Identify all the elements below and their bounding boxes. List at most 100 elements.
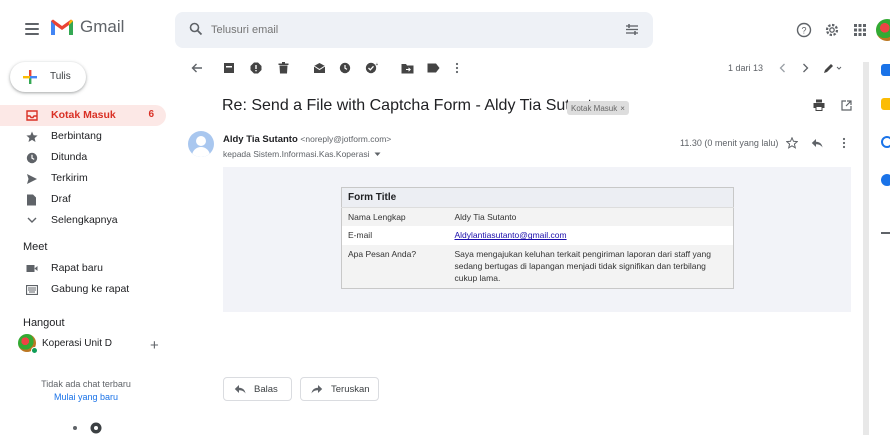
gmail-logo[interactable]: Gmail <box>50 17 124 37</box>
archive-icon[interactable] <box>220 59 238 77</box>
meet-section-title: Meet <box>23 241 48 253</box>
report-spam-icon[interactable] <box>247 59 265 77</box>
field-value: Aldylantiasutanto@gmail.com <box>449 226 734 244</box>
sidebar-item-snoozed[interactable]: Ditunda <box>0 147 172 168</box>
chat-bubble-icon[interactable] <box>90 422 102 434</box>
star-message-icon[interactable] <box>784 135 800 151</box>
video-icon <box>25 262 38 275</box>
top-right-actions: ? <box>790 16 890 44</box>
sender-avatar[interactable] <box>188 131 214 157</box>
keyboard-icon <box>25 283 38 296</box>
sidebar-item-label: Kotak Masuk <box>51 109 116 121</box>
field-label: E-mail <box>348 230 373 241</box>
message-more-icon[interactable] <box>836 135 852 151</box>
search-bar[interactable] <box>175 12 653 48</box>
reply-arrow-icon <box>234 384 246 394</box>
compose-label: Tulis <box>50 71 71 82</box>
search-icon[interactable] <box>189 22 203 36</box>
inbox-label-chip[interactable]: Kotak Masuk × <box>567 101 629 115</box>
person-icon[interactable] <box>70 423 80 433</box>
sender-email: <noreply@jotform.com> <box>300 134 392 144</box>
newer-chevron-icon[interactable] <box>773 59 791 77</box>
pagination-text: 1 dari 13 <box>728 63 764 73</box>
app-name: Gmail <box>80 17 125 36</box>
label-tag-icon[interactable] <box>424 59 442 77</box>
more-vertical-icon[interactable] <box>448 59 466 77</box>
delete-trash-icon[interactable] <box>274 59 292 77</box>
clock-icon <box>25 151 38 164</box>
reply-button[interactable]: Balas <box>223 377 292 401</box>
sidebar-item-new-meeting[interactable]: Rapat baru <box>0 258 172 279</box>
hangout-contact[interactable]: Koperasi Unit D <box>18 334 168 354</box>
recipient-line[interactable]: kepada Sistem.Informasi.Kas.Koperasi <box>223 149 381 159</box>
apps-grid-icon[interactable] <box>846 16 874 44</box>
start-new-chat-link[interactable]: Mulai yang baru <box>0 392 172 402</box>
settings-gear-icon[interactable] <box>818 16 846 44</box>
table-row: Apa Pesan Anda? Saya mengajukan keluhan … <box>341 244 734 289</box>
hangout-bottom-icons <box>70 422 102 434</box>
svg-text:+: + <box>375 62 378 68</box>
table-row: E-mail Aldylantiasutanto@gmail.com <box>342 226 734 244</box>
form-title: Form Title <box>341 187 734 208</box>
gmail-m-icon <box>51 19 73 35</box>
sidebar-item-join-meeting[interactable]: Gabung ke rapat <box>0 279 172 300</box>
tasks-icon[interactable] <box>881 136 890 148</box>
label-chip-text: Kotak Masuk <box>571 103 618 113</box>
contact-name: Koperasi Unit D <box>42 338 113 349</box>
search-input[interactable] <box>211 21 591 39</box>
move-to-folder-icon[interactable] <box>398 59 416 77</box>
online-status-dot <box>31 347 38 354</box>
back-arrow-icon[interactable] <box>188 59 206 77</box>
inbox-icon <box>25 109 38 122</box>
contacts-icon[interactable] <box>881 174 890 186</box>
forward-button[interactable]: Teruskan <box>300 377 379 401</box>
open-new-window-icon[interactable] <box>838 97 854 113</box>
field-value: Aldy Tia Sutanto <box>448 207 734 227</box>
sidebar-item-starred[interactable]: Berbintang <box>0 126 172 147</box>
help-icon[interactable]: ? <box>790 16 818 44</box>
add-addon-icon[interactable] <box>881 232 890 234</box>
meet-nav: Rapat baru Gabung ke rapat <box>0 258 172 300</box>
recipient-text: kepada Sistem.Informasi.Kas.Koperasi <box>223 149 370 159</box>
forward-arrow-icon <box>311 384 323 394</box>
mark-unread-icon[interactable] <box>310 59 328 77</box>
sidebar-item-label: Gabung ke rapat <box>51 283 130 295</box>
send-icon <box>25 172 38 185</box>
snooze-clock-icon[interactable] <box>336 59 354 77</box>
search-options-icon[interactable] <box>625 23 639 36</box>
sender-name[interactable]: Aldy Tia Sutanto <box>223 134 298 145</box>
main-menu-icon[interactable] <box>25 23 39 35</box>
compose-plus-icon <box>23 70 37 84</box>
compose-button[interactable]: Tulis <box>10 62 86 92</box>
sidebar-nav: Kotak Masuk 6 Berbintang Ditunda Terkiri… <box>0 105 172 231</box>
calendar-icon[interactable] <box>881 64 890 76</box>
account-avatar[interactable] <box>876 19 890 41</box>
scrollbar[interactable] <box>863 62 869 435</box>
remove-label-close-icon[interactable]: × <box>620 104 625 113</box>
email-link[interactable]: Aldylantiasutanto@gmail.com <box>455 230 567 240</box>
forward-label: Teruskan <box>331 383 370 395</box>
sidebar-item-label: Berbintang <box>51 130 102 142</box>
older-chevron-icon[interactable] <box>796 59 814 77</box>
keep-icon[interactable] <box>881 98 890 110</box>
add-chat-plus-icon[interactable]: + <box>150 337 159 354</box>
add-task-icon[interactable]: + <box>362 59 380 77</box>
recipient-dropdown-icon[interactable] <box>374 152 381 157</box>
field-value: Saya mengajukan keluhan terkait pengirim… <box>448 244 734 289</box>
sidebar-item-more[interactable]: Selengkapnya <box>0 210 172 231</box>
reply-icon[interactable] <box>809 135 825 151</box>
chevron-down-icon <box>25 214 38 227</box>
sidebar-item-label: Rapat baru <box>51 262 103 274</box>
input-tools-pen-icon[interactable] <box>820 59 846 77</box>
sidebar-item-inbox[interactable]: Kotak Masuk 6 <box>0 105 166 126</box>
svg-text:?: ? <box>801 26 806 36</box>
message-timestamp: 11.30 (0 menit yang lalu) <box>680 138 779 148</box>
sidebar-item-sent[interactable]: Terkirim <box>0 168 172 189</box>
sidebar-item-label: Selengkapnya <box>51 214 118 226</box>
sidebar-item-label: Ditunda <box>51 151 88 163</box>
print-icon[interactable] <box>811 97 827 113</box>
hangout-section-title: Hangout <box>23 317 65 329</box>
sender-line: Aldy Tia Sutanto <noreply@jotform.com> <box>223 134 391 145</box>
field-label: Nama Lengkap <box>341 207 449 227</box>
sidebar-item-drafts[interactable]: Draf <box>0 189 172 210</box>
